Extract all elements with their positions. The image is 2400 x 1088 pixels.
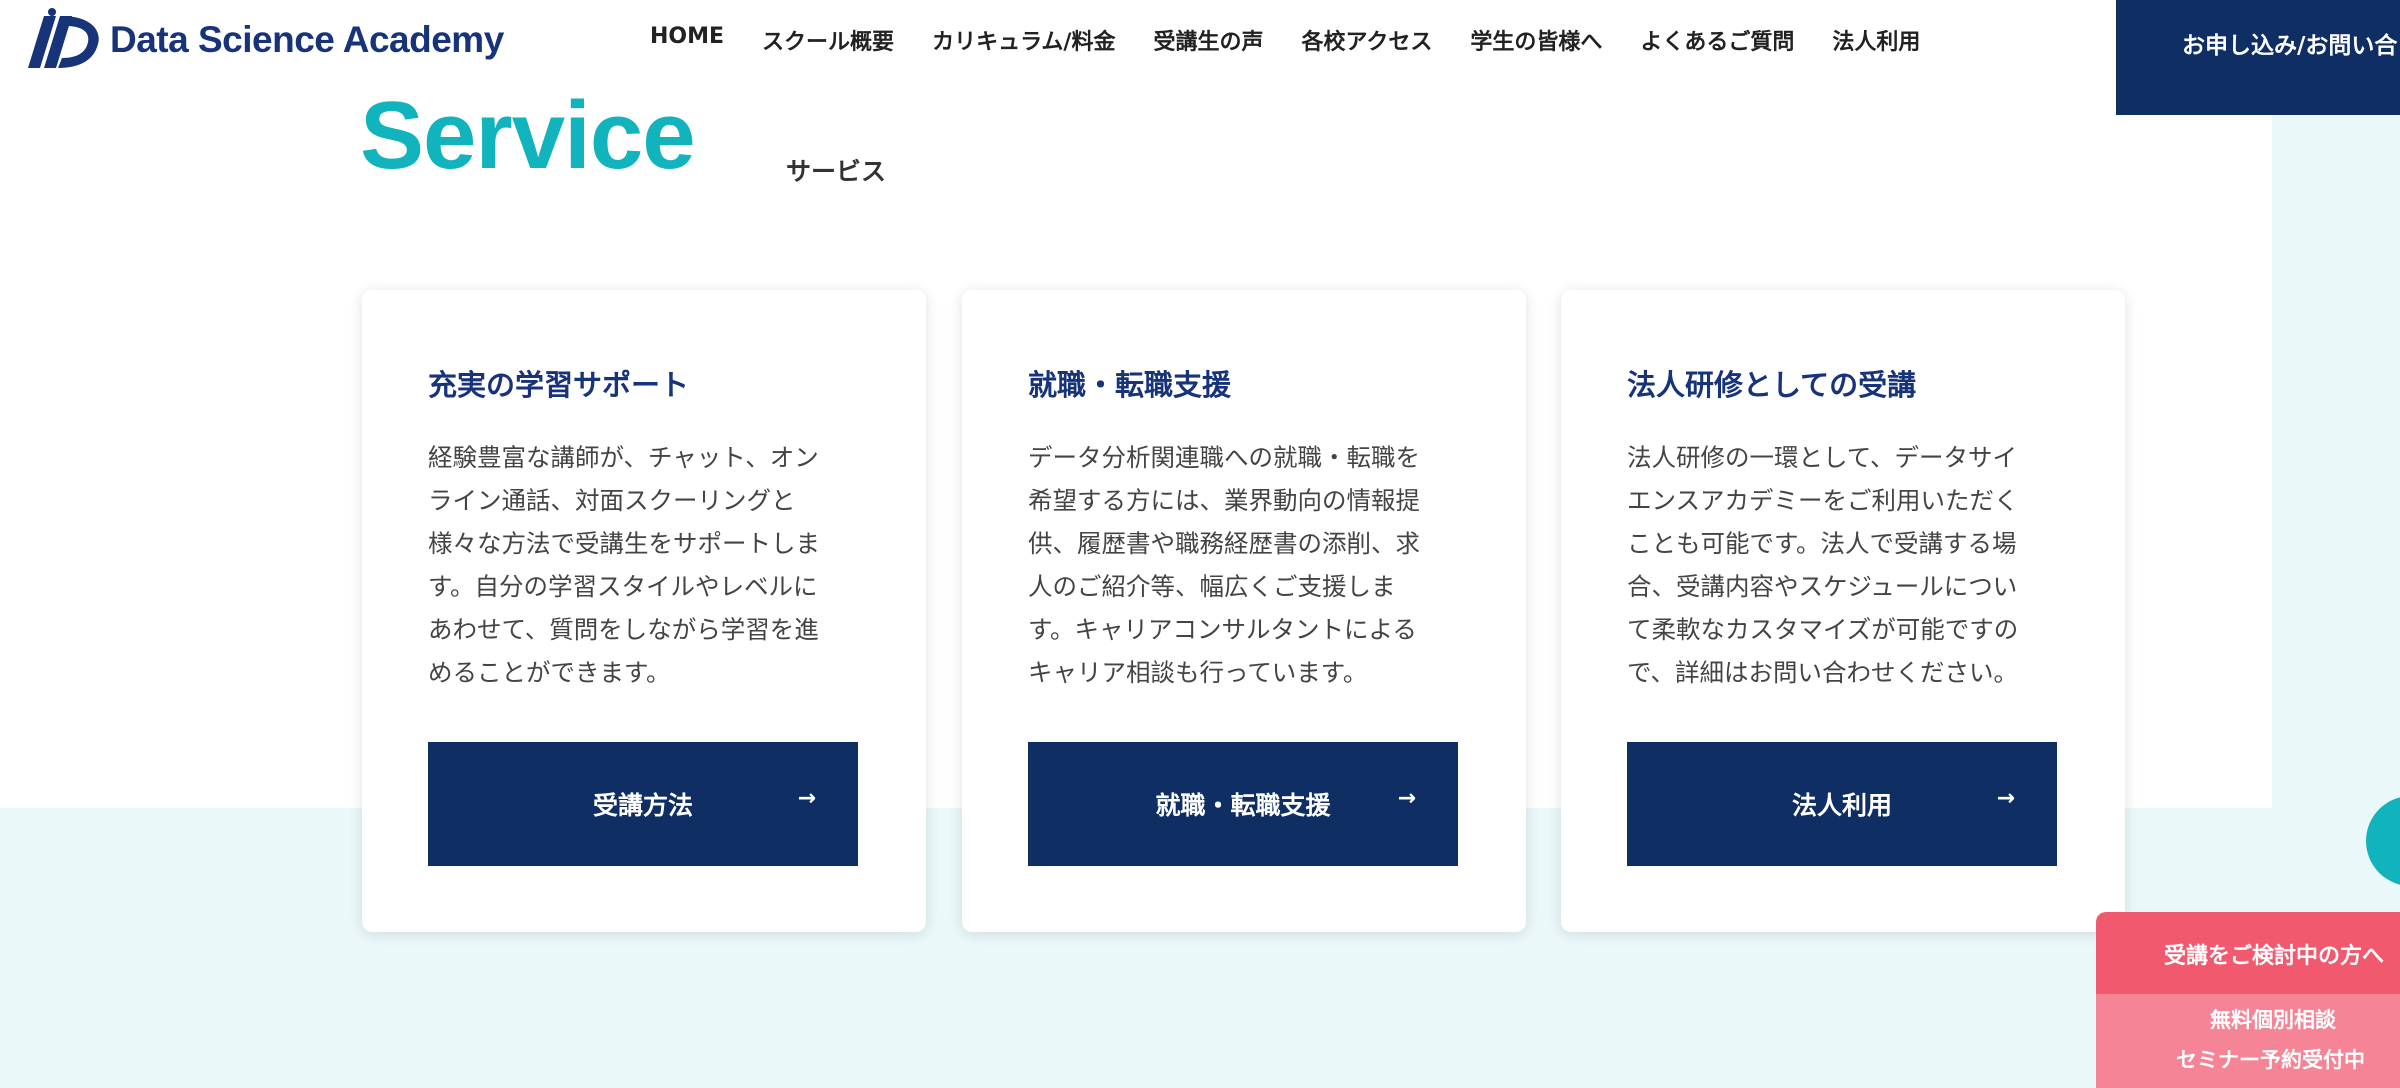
card-line: 希望する方には、業界動向の情報提 bbox=[1028, 486, 1420, 515]
card-line: めることができます。 bbox=[428, 658, 671, 687]
card-title: 就職・転職支援 bbox=[1028, 368, 1232, 402]
card-title: 法人研修としての受講 bbox=[1627, 368, 1917, 402]
card-title: 充実の学習サポート bbox=[428, 368, 690, 402]
card-line: データ分析関連職への就職・転職を bbox=[1028, 443, 1420, 472]
card-line: エンスアカデミーをご利用いただく bbox=[1627, 486, 2019, 515]
brand-logo[interactable]: Data Science Academy bbox=[18, 8, 504, 72]
arrow-right-icon: → bbox=[1397, 786, 1416, 811]
section-title: Service bbox=[360, 82, 696, 189]
card-line: す。キャリアコンサルタントによる bbox=[1028, 615, 1417, 644]
card-description: 法人研修の一環として、データサイ エンスアカデミーをご利用いただく ことも可能で… bbox=[1627, 436, 2067, 694]
career-support-button[interactable]: 就職・転職支援 → bbox=[1028, 742, 1458, 866]
site-header: Data Science Academy HOME スクール概要 カリキュラム/… bbox=[0, 0, 2400, 115]
arrow-right-icon: → bbox=[797, 786, 816, 811]
apply-contact-label: お申し込み/お問い合 bbox=[2182, 33, 2398, 59]
apply-contact-button[interactable]: お申し込み/お問い合 bbox=[2116, 0, 2400, 115]
card-line: 人のご紹介等、幅広くご支援しま bbox=[1028, 572, 1396, 601]
banner-line-seminar: セミナー予約受付中 bbox=[2176, 1048, 2365, 1072]
card-line: 様々な方法で受講生をサポートしま bbox=[428, 529, 820, 558]
nav-item-school-overview[interactable]: スクール概要 bbox=[762, 24, 894, 56]
main-nav: HOME スクール概要 カリキュラム/料金 受講生の声 各校アクセス 学生の皆様… bbox=[650, 24, 1958, 56]
card-description: データ分析関連職への就職・転職を 希望する方には、業界動向の情報提 供、履歴書や… bbox=[1028, 436, 1468, 694]
card-line: キャリア相談も行っています。 bbox=[1028, 658, 1368, 687]
card-line: て柔軟なカスタマイズが可能ですの bbox=[1627, 615, 2019, 644]
card-line: 経験豊富な講師が、チャット、オン bbox=[428, 443, 819, 472]
banner-line-consultation: 無料個別相談 bbox=[2210, 1008, 2336, 1032]
card-line: 合、受講内容やスケジュールについ bbox=[1627, 572, 2018, 601]
button-label: 法人利用 bbox=[1791, 791, 1892, 820]
section-subtitle: サービス bbox=[786, 157, 887, 186]
card-line: 供、履歴書や職務経歴書の添削、求 bbox=[1028, 529, 1420, 558]
nav-item-curriculum[interactable]: カリキュラム/料金 bbox=[932, 24, 1115, 56]
arrow-right-icon: → bbox=[1996, 786, 2015, 811]
banner-heading-box: 受講をご検討中の方へ bbox=[2096, 912, 2400, 994]
service-card-learning-support: 充実の学習サポート 経験豊富な講師が、チャット、オン ライン通話、対面スクーリン… bbox=[362, 290, 926, 932]
nav-item-faq[interactable]: よくあるご質問 bbox=[1640, 24, 1794, 56]
corporate-use-button[interactable]: 法人利用 → bbox=[1627, 742, 2057, 866]
service-card-career-support: 就職・転職支援 データ分析関連職への就職・転職を 希望する方には、業界動向の情報… bbox=[962, 290, 1526, 932]
card-line: ことも可能です。法人で受講する場 bbox=[1627, 529, 2017, 558]
brand-name: Data Science Academy bbox=[110, 19, 504, 60]
banner-body-box: 無料個別相談 セミナー予約受付中 bbox=[2096, 994, 2400, 1088]
button-label: 就職・転職支援 bbox=[1155, 791, 1331, 820]
course-method-button[interactable]: 受講方法 → bbox=[428, 742, 858, 866]
card-description: 経験豊富な講師が、チャット、オン ライン通話、対面スクーリングと 様々な方法で受… bbox=[428, 436, 868, 694]
nav-item-students[interactable]: 学生の皆様へ bbox=[1470, 24, 1602, 56]
service-card-corporate-training: 法人研修としての受講 法人研修の一環として、データサイ エンスアカデミーをご利用… bbox=[1561, 290, 2125, 932]
ds-logo-icon bbox=[28, 8, 99, 68]
nav-item-corporate[interactable]: 法人利用 bbox=[1832, 24, 1920, 56]
consultation-side-banner[interactable]: 受講をご検討中の方へ 無料個別相談 セミナー予約受付中 bbox=[2096, 912, 2400, 1088]
nav-item-home[interactable]: HOME bbox=[650, 24, 724, 56]
card-line: 法人研修の一環として、データサイ bbox=[1627, 443, 2018, 472]
card-line: ライン通話、対面スクーリングと bbox=[428, 486, 796, 515]
card-line: す。自分の学習スタイルやレベルに bbox=[428, 572, 818, 601]
button-label: 受講方法 bbox=[592, 791, 693, 820]
nav-item-access[interactable]: 各校アクセス bbox=[1301, 24, 1432, 56]
card-line: で、詳細はお問い合わせください。 bbox=[1627, 658, 2019, 687]
banner-heading: 受講をご検討中の方へ bbox=[2164, 944, 2385, 969]
card-line: あわせて、質問をしながら学習を進 bbox=[428, 615, 819, 644]
nav-item-student-voices[interactable]: 受講生の声 bbox=[1153, 24, 1263, 56]
